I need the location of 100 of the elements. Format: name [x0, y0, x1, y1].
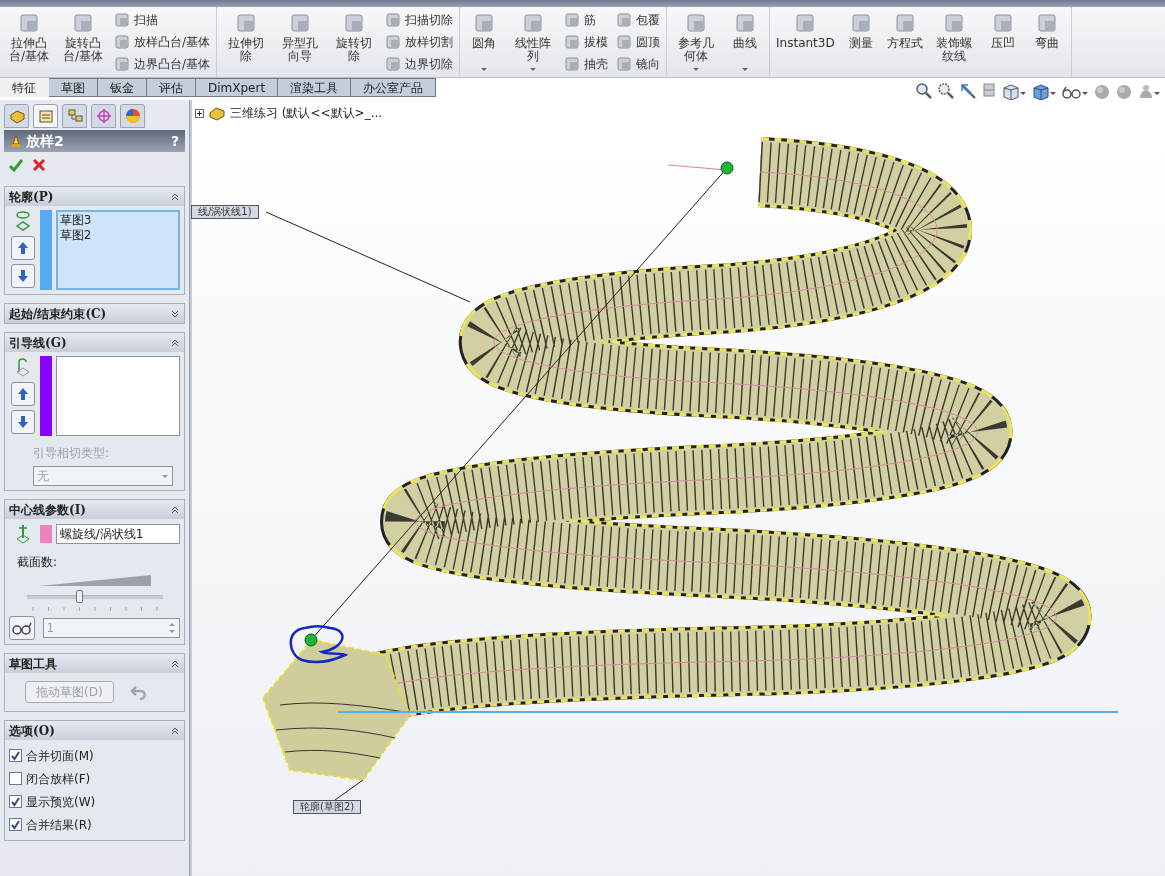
checkbox[interactable] [9, 818, 22, 831]
panel-tab[interactable] [62, 104, 87, 128]
toolbar-button[interactable]: 扫描切除 [383, 9, 456, 31]
caret-icon [161, 473, 169, 479]
toolbar-button[interactable]: 装饰螺纹线 [928, 9, 979, 63]
box-icon [616, 34, 633, 50]
toolbar-button[interactable]: 测量 [840, 9, 881, 50]
box-icon [73, 13, 93, 33]
check-icon[interactable] [8, 157, 24, 173]
toolbar-button[interactable]: 参考几何体 [671, 9, 722, 75]
move-up-button[interactable] [10, 382, 35, 406]
group-header[interactable]: 选项(O) [5, 721, 184, 740]
box-icon [850, 13, 871, 33]
box-icon [290, 13, 311, 33]
box-icon [1036, 13, 1057, 33]
group-header[interactable]: 起始/结束约束(C) [5, 304, 184, 323]
hierarchy-icon [65, 107, 84, 125]
move-down-button[interactable] [10, 410, 35, 434]
view-orientation-icon[interactable] [1001, 82, 1027, 100]
toolbar-button[interactable]: 边界切除 [383, 53, 456, 75]
toolbar-button[interactable]: Instant3D [774, 9, 837, 50]
toolbar-button[interactable]: 异型孔向导 [275, 9, 326, 63]
toolbar-button[interactable]: 压凹 [982, 9, 1023, 50]
checkbox[interactable] [9, 795, 22, 808]
toolbar-button[interactable]: 抽壳 [562, 53, 611, 75]
circle-annotation [289, 624, 347, 664]
toolbar-button[interactable]: 旋转切除 [329, 9, 380, 63]
box-icon [114, 34, 130, 50]
caret-icon[interactable] [692, 67, 701, 72]
move-up-button[interactable] [10, 236, 35, 260]
tab[interactable]: 草图 [49, 78, 98, 97]
tab[interactable]: 特征 [0, 78, 49, 97]
toolbar-button[interactable]: 扫描 [112, 9, 213, 31]
tab[interactable]: 评估 [147, 78, 196, 97]
section-view-icon[interactable] [981, 82, 997, 100]
caret-icon[interactable] [741, 67, 750, 72]
toolbar-button[interactable]: 镜向 [614, 53, 663, 75]
box-icon [564, 12, 581, 28]
close-icon[interactable] [32, 158, 46, 172]
box-icon [992, 13, 1013, 33]
toolbar-button[interactable]: 放样切割 [383, 31, 456, 53]
group-header[interactable]: 轮廓(P) [5, 187, 184, 206]
box-icon [236, 13, 257, 33]
toolbar-button[interactable]: 拔模 [562, 31, 611, 53]
tab[interactable]: 办公室产品 [351, 78, 437, 97]
toolbar-button[interactable]: 旋转凸台/基体 [58, 9, 108, 63]
zoom-area-icon[interactable] [937, 82, 955, 100]
list-item[interactable]: 草图3 [59, 213, 176, 228]
toolbar-button[interactable]: 放样凸台/基体 [112, 31, 213, 53]
caret-icon[interactable] [529, 67, 538, 72]
checkbox[interactable] [9, 772, 22, 785]
properties-icon [36, 107, 55, 125]
panel-tab[interactable] [91, 104, 116, 128]
checkbox-label: 合并结果(R) [26, 816, 92, 834]
toolbar-button[interactable]: 曲线 [725, 9, 766, 75]
list-item[interactable]: 草图2 [59, 228, 176, 243]
toolbar-button[interactable]: 线性阵列 [508, 9, 559, 75]
group-title: 轮廓(P) [9, 188, 54, 206]
help-button[interactable]: ? [170, 130, 179, 152]
box-icon [474, 13, 495, 33]
toolbar-button[interactable]: 拉伸凸台/基体 [4, 9, 54, 63]
glasses-icon [11, 621, 32, 635]
toolbar-button[interactable]: 拉伸切除 [221, 9, 272, 63]
appearance-icon [123, 107, 142, 125]
group-title: 中心线参数(I) [9, 501, 86, 519]
checkbox-label: 合并切面(M) [26, 747, 94, 765]
tab[interactable]: 渲染工具 [278, 78, 352, 97]
preview-button[interactable] [9, 616, 35, 640]
tab[interactable]: DimXpert [196, 78, 279, 97]
toolbar-button[interactable]: 方程式 [884, 9, 925, 50]
panel-tab[interactable] [4, 104, 29, 128]
group-title: 草图工具 [9, 655, 57, 673]
collapse-icon[interactable] [170, 191, 180, 202]
box-icon [385, 34, 402, 50]
panel-tab[interactable] [120, 104, 145, 128]
move-down-button[interactable] [10, 264, 35, 288]
checkbox-label: 闭合放样(F) [26, 770, 91, 788]
checkbox[interactable] [9, 749, 22, 762]
caret-icon[interactable] [480, 67, 489, 72]
box-icon [114, 56, 130, 72]
callout-label: 线/涡状线1) [191, 205, 259, 219]
expand-icon[interactable] [170, 308, 180, 319]
toolbar-button[interactable]: 圆顶 [614, 31, 663, 53]
toolbar-button[interactable]: 圆角 [464, 9, 505, 75]
box-icon [564, 56, 581, 72]
toolbar-button[interactable]: 弯曲 [1026, 9, 1067, 50]
tab[interactable]: 钣金 [98, 78, 147, 97]
cube-icon[interactable] [1031, 82, 1057, 100]
toolbar-button[interactable]: 包覆 [614, 9, 663, 31]
part-icon [7, 107, 26, 125]
field-label: 截面数: [16, 554, 59, 571]
zoom-icon[interactable] [915, 82, 933, 100]
box-icon [943, 13, 964, 33]
toolbar-button[interactable]: 筋 [562, 9, 611, 31]
toolbar-button[interactable]: 边界凸台/基体 [112, 53, 213, 75]
point-marker [720, 161, 734, 175]
previous-view-icon[interactable] [959, 82, 977, 100]
collapse-icon[interactable] [170, 725, 180, 736]
expand-tree-icon[interactable] [195, 108, 204, 118]
crosshair-icon [94, 107, 113, 125]
